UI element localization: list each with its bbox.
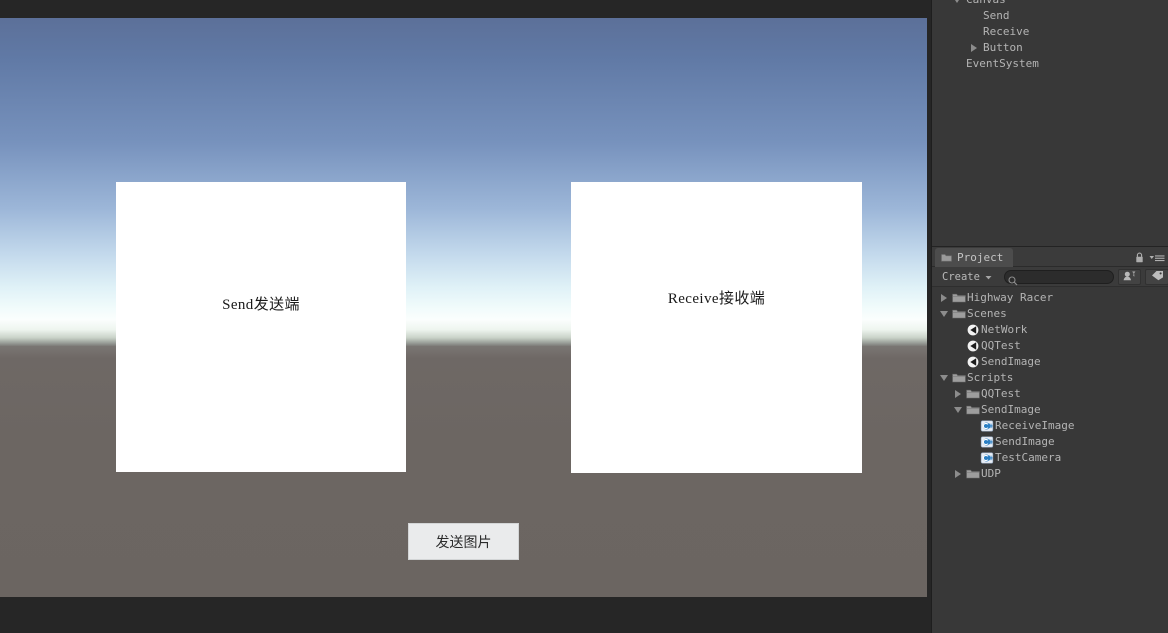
chevron-down-icon[interactable] [937, 375, 950, 381]
receive-image-panel[interactable]: Receive接收端 [571, 182, 862, 473]
tree-row[interactable]: TestCamera [932, 450, 1168, 466]
tree-row-label: QQTest [981, 339, 1021, 352]
create-button[interactable]: Create [937, 269, 997, 285]
tree-row[interactable]: Scripts [932, 370, 1168, 386]
unity-editor-window: Send发送端 Receive接收端 发送图片 CanvasSend Receiv… [0, 0, 1168, 633]
csharp-script-icon [978, 420, 995, 432]
tree-row-label: TestCamera [995, 451, 1062, 464]
tree-row-label: Button [983, 41, 1023, 54]
send-panel-label: Send发送端 [222, 297, 300, 313]
filter-by-type-button[interactable] [1117, 268, 1142, 286]
hierarchy-panel[interactable]: CanvasSend Receive Button EventSystem [932, 0, 1168, 246]
folder-icon [964, 404, 981, 416]
tree-row-label: QQTest [981, 387, 1021, 400]
project-panel[interactable]: Project Create Highway Racer Scenes NetW… [932, 246, 1168, 633]
chevron-down-icon [985, 271, 992, 283]
project-asset-tree[interactable]: Highway Racer Scenes NetWork QQTest SendImag… [932, 287, 1168, 482]
tree-row[interactable]: NetWork [932, 322, 1168, 338]
filter-label-icon [1151, 268, 1164, 286]
hamburger-menu-icon[interactable] [1149, 250, 1165, 268]
project-tab-bar: Project [932, 247, 1168, 267]
tree-row[interactable]: Scenes [932, 306, 1168, 322]
csharp-script-icon [978, 436, 995, 448]
filter-by-label-button[interactable] [1145, 268, 1168, 286]
tree-row-label: Scripts [967, 371, 1014, 384]
chevron-down-icon[interactable] [950, 0, 963, 3]
tab-project-label: Project [957, 251, 1004, 264]
create-button-label: Create [942, 270, 980, 283]
tree-row-label: ReceiveImage [995, 419, 1075, 432]
tree-row-label: Scenes [967, 307, 1007, 320]
tree-row-label: Canvas [966, 0, 1006, 8]
tree-row[interactable]: Send [932, 8, 1168, 24]
tree-row[interactable]: Button [932, 40, 1168, 56]
tree-row[interactable]: EventSystem [932, 56, 1168, 72]
folder-icon [964, 468, 981, 480]
folder-icon [964, 388, 981, 400]
tree-row-label: Send [983, 9, 1010, 22]
chevron-right-icon[interactable] [967, 44, 980, 52]
tree-row[interactable]: QQTest [932, 386, 1168, 402]
folder-icon [941, 249, 952, 267]
lock-icon[interactable] [1135, 250, 1144, 268]
tree-row[interactable]: Canvas [932, 0, 1168, 8]
tree-row[interactable]: SendImage [932, 402, 1168, 418]
tree-row-label: SendImage [981, 403, 1041, 416]
tree-row-label: SendImage [981, 355, 1041, 368]
unity-scene-icon [964, 340, 981, 352]
hierarchy-tree[interactable]: CanvasSend Receive Button EventSystem [932, 0, 1168, 72]
tree-row[interactable]: QQTest [932, 338, 1168, 354]
search-input[interactable] [1019, 271, 1110, 282]
folder-icon [950, 372, 967, 384]
tree-row-label: SendImage [995, 435, 1055, 448]
tree-row[interactable]: UDP [932, 466, 1168, 482]
unity-scene-icon [964, 324, 981, 336]
folder-icon [950, 292, 967, 304]
chevron-right-icon[interactable] [951, 390, 964, 398]
chevron-right-icon[interactable] [951, 470, 964, 478]
send-image-button-label: 发送图片 [435, 534, 492, 551]
tree-row[interactable]: SendImage [932, 354, 1168, 370]
chevron-right-icon[interactable] [937, 294, 950, 302]
tree-row[interactable]: SendImage [932, 434, 1168, 450]
tree-row-label: Highway Racer [967, 291, 1054, 304]
csharp-script-icon [978, 452, 995, 464]
project-tab-actions [1135, 250, 1165, 268]
filter-type-icon [1123, 268, 1136, 286]
receive-panel-label: Receive接收端 [667, 291, 766, 307]
tree-row[interactable]: Receive [932, 24, 1168, 40]
unity-scene-icon [964, 356, 981, 368]
right-dock: CanvasSend Receive Button EventSystem Proje… [931, 0, 1168, 633]
send-image-button[interactable]: 发送图片 [408, 523, 519, 560]
send-image-panel[interactable]: Send发送端 [116, 182, 406, 472]
search-input-wrapper[interactable] [1003, 269, 1114, 285]
tree-row-label: EventSystem [966, 57, 1039, 70]
project-toolbar: Create [932, 267, 1168, 287]
tree-row-label: UDP [981, 467, 1001, 480]
search-icon [1008, 273, 1018, 291]
tree-row[interactable]: Highway Racer [932, 290, 1168, 306]
chevron-down-icon[interactable] [951, 407, 964, 413]
tree-row-label: Receive [983, 25, 1030, 38]
folder-icon [950, 308, 967, 320]
game-view[interactable]: Send发送端 Receive接收端 发送图片 [0, 18, 927, 597]
chevron-down-icon[interactable] [937, 311, 950, 317]
tab-project[interactable]: Project [935, 248, 1014, 267]
tree-row-label: NetWork [981, 323, 1028, 336]
tree-row[interactable]: ReceiveImage [932, 418, 1168, 434]
